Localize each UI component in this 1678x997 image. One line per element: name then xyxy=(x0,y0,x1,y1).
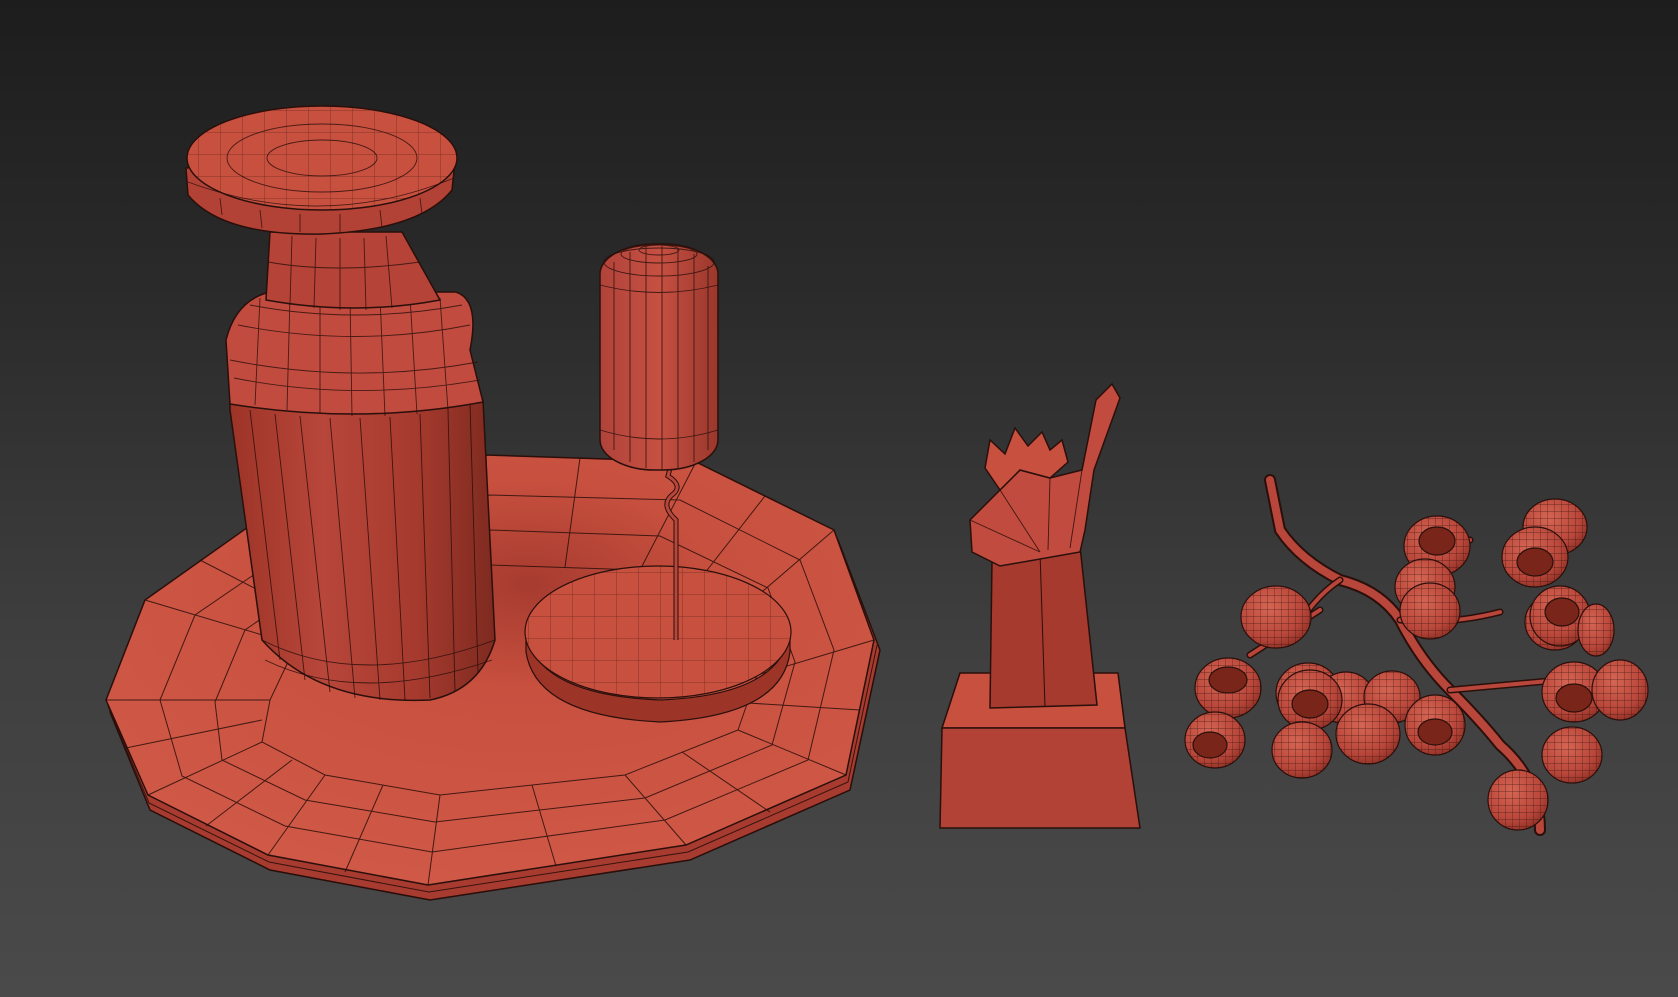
grape xyxy=(1487,769,1549,831)
grape xyxy=(1271,721,1333,779)
statue-arm xyxy=(989,545,1098,709)
grape xyxy=(1184,711,1246,769)
grape xyxy=(1240,585,1312,649)
corkscrew-handle xyxy=(599,243,719,471)
grape xyxy=(1277,669,1343,731)
grape xyxy=(1335,703,1401,765)
statue-pedestal-front xyxy=(939,727,1141,829)
grape xyxy=(1541,726,1603,784)
grapes xyxy=(1184,498,1649,831)
grape xyxy=(1577,603,1615,657)
3d-viewport[interactable] xyxy=(0,0,1678,997)
grape xyxy=(1404,694,1466,756)
bottle-shoulder xyxy=(225,291,484,415)
grape-cluster xyxy=(1184,474,1649,836)
grape xyxy=(1591,659,1649,721)
grape xyxy=(1501,526,1569,588)
scene-render xyxy=(105,105,1649,901)
trophy-hand-statue xyxy=(939,382,1141,829)
grape xyxy=(1399,582,1461,640)
grape xyxy=(1194,657,1262,719)
